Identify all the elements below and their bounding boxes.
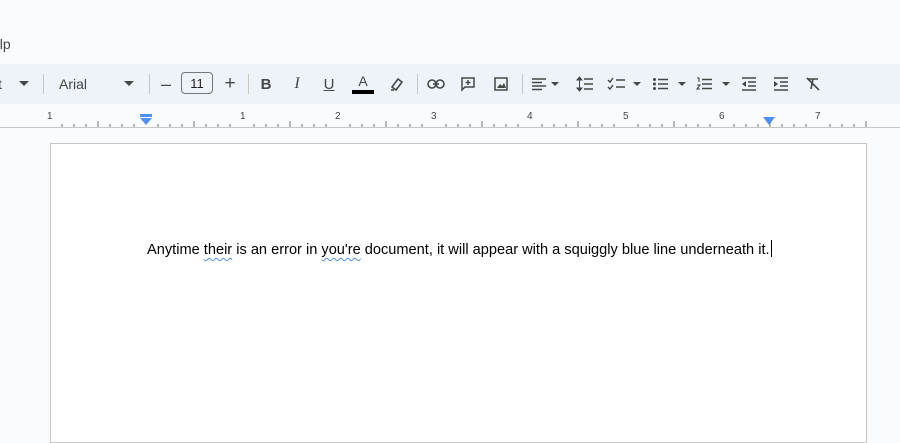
text-color-button[interactable]: A xyxy=(351,70,375,98)
checklist-icon[interactable] xyxy=(606,70,644,98)
decrease-indent-icon[interactable] xyxy=(738,70,760,98)
insert-image-icon[interactable] xyxy=(490,70,512,98)
doc-text-run: Anytime xyxy=(147,242,204,258)
text-cursor xyxy=(770,240,773,257)
menu-help[interactable]: elp xyxy=(0,36,11,52)
numbered-list-icon[interactable] xyxy=(695,70,733,98)
ruler-baseline xyxy=(0,127,900,128)
ruler-number: 3 xyxy=(431,111,437,122)
toolbar-divider xyxy=(43,74,44,94)
highlight-pen-icon[interactable] xyxy=(386,70,408,98)
paragraph-styles-select[interactable]: t xyxy=(0,76,2,92)
grammar-error-word[interactable]: you're xyxy=(321,242,360,258)
font-size-input[interactable]: 11 xyxy=(181,72,213,94)
increase-font-size-button[interactable]: + xyxy=(220,70,240,98)
ruler-number: 7 xyxy=(815,111,821,122)
align-left-icon[interactable] xyxy=(530,70,562,98)
decrease-font-size-button[interactable]: – xyxy=(156,70,176,98)
underline-button[interactable]: U xyxy=(319,70,339,98)
font-dropdown-icon[interactable] xyxy=(121,70,137,98)
increase-indent-icon[interactable] xyxy=(770,70,792,98)
add-comment-icon[interactable] xyxy=(457,70,479,98)
clear-formatting-icon[interactable] xyxy=(802,70,824,98)
horizontal-ruler[interactable]: 1 1 2 3 4 5 6 7 xyxy=(0,108,900,128)
bold-button[interactable]: B xyxy=(256,70,276,98)
left-indent-marker-icon[interactable] xyxy=(139,114,153,126)
grammar-error-word[interactable]: their xyxy=(204,242,232,258)
text-color-label: A xyxy=(358,73,368,89)
bulleted-list-icon[interactable] xyxy=(651,70,689,98)
toolbar: t Arial – 11 + B I U A xyxy=(0,64,900,104)
ruler-number: 5 xyxy=(623,111,629,122)
ruler-number: 6 xyxy=(719,111,725,122)
ruler-number: 1 xyxy=(240,111,246,122)
document-body[interactable]: Anytime their is an error in you're docu… xyxy=(147,240,787,260)
doc-text-run: is an error in xyxy=(232,242,322,258)
doc-text-run: document, it will appear with a squiggly… xyxy=(360,242,770,258)
toolbar-divider xyxy=(417,74,418,94)
toolbar-divider xyxy=(248,74,249,94)
toolbar-divider xyxy=(149,74,150,94)
toolbar-divider xyxy=(522,74,523,94)
right-indent-marker-icon[interactable] xyxy=(762,117,776,127)
ruler-number: 1 xyxy=(47,111,53,122)
insert-link-icon[interactable] xyxy=(425,70,447,98)
font-select[interactable]: Arial xyxy=(59,76,87,92)
italic-button[interactable]: I xyxy=(287,70,307,98)
text-color-swatch xyxy=(352,90,374,94)
line-spacing-icon[interactable] xyxy=(574,70,596,98)
ruler-number: 2 xyxy=(335,111,341,122)
document-page[interactable]: Anytime their is an error in you're docu… xyxy=(50,143,867,443)
styles-dropdown-icon[interactable] xyxy=(16,70,32,98)
ruler-number: 4 xyxy=(527,111,533,122)
